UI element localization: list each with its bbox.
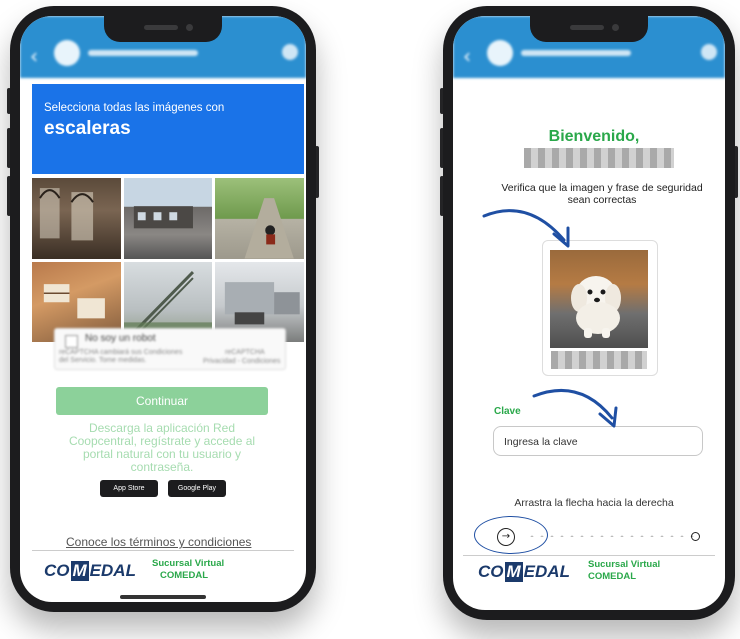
footer-tagline: Sucursal Virtual COMEDAL	[152, 558, 224, 582]
app-bar-title	[88, 50, 198, 56]
app-logo	[487, 40, 513, 66]
welcome-title: Bienvenido,	[548, 128, 640, 145]
footer-tagline: Sucursal Virtual COMEDAL	[588, 559, 660, 583]
download-promo-text: Descarga la aplicación Red Coopcentral, …	[68, 421, 256, 474]
app-bar-action[interactable]	[282, 44, 298, 60]
recaptcha-checkbox[interactable]	[65, 335, 78, 348]
google-play-button[interactable]: Google Play	[168, 480, 226, 497]
continue-button[interactable]: Continuar	[56, 387, 268, 415]
slider-end-marker	[691, 532, 700, 541]
home-indicator	[120, 595, 206, 599]
app-logo	[54, 40, 80, 66]
slider-track	[527, 535, 695, 537]
phone-notch	[530, 16, 648, 42]
footer-logo: CO M EDAL	[478, 562, 570, 582]
app-bar-title	[521, 50, 631, 56]
captcha-tile[interactable]	[123, 178, 213, 259]
captcha-header: Selecciona todas las imágenes con escale…	[32, 84, 304, 174]
pixelated-username	[524, 148, 674, 168]
footer-logo: CO M EDAL	[44, 561, 136, 581]
phone-notch	[104, 16, 222, 42]
captcha-tile[interactable]	[215, 178, 304, 259]
captcha-keyword: escaleras	[44, 118, 131, 139]
recaptcha-checkbox-label: No soy un robot	[85, 333, 156, 344]
google-play-label: Google Play	[177, 485, 217, 492]
recaptcha-box: No soy un robot reCAPTCHA cambiará sus C…	[54, 328, 286, 370]
security-image-card	[542, 240, 658, 376]
app-bar-action[interactable]	[701, 44, 717, 60]
highlight-ellipse	[474, 516, 548, 554]
pixelated-security-phrase	[551, 351, 647, 369]
footer-divider	[32, 550, 294, 551]
footer-divider	[463, 555, 715, 556]
recaptcha-links[interactable]: Privacidad - Condiciones	[203, 358, 280, 365]
drag-instruction: Arrastra la flecha hacia la derecha	[514, 497, 674, 509]
footer-tagline-line-2: COMEDAL	[160, 570, 209, 581]
captcha-tile[interactable]	[32, 178, 121, 259]
terms-link[interactable]: Conoce los términos y condiciones	[66, 535, 251, 549]
recaptcha-brand: reCAPTCHA	[225, 349, 265, 356]
captcha-instruction: Selecciona todas las imágenes con	[44, 102, 225, 114]
back-arrow-icon[interactable]: ‹	[463, 44, 471, 68]
app-store-button[interactable]: App Store	[100, 480, 158, 497]
app-store-label: App Store	[113, 485, 145, 492]
recaptcha-note: reCAPTCHA cambiará sus Condiciones del S…	[59, 349, 183, 364]
back-arrow-icon[interactable]: ‹	[30, 44, 38, 68]
footer-tagline-line-2: COMEDAL	[588, 571, 637, 582]
clave-label: Clave	[494, 406, 521, 417]
captcha-image-grid	[32, 178, 304, 342]
pointer-arrow-icon	[482, 209, 570, 248]
security-image	[550, 250, 648, 348]
footer-tagline-line-1: Sucursal Virtual	[152, 558, 225, 569]
pointer-arrow-icon	[532, 388, 618, 428]
footer-tagline-line-1: Sucursal Virtual	[588, 559, 661, 570]
